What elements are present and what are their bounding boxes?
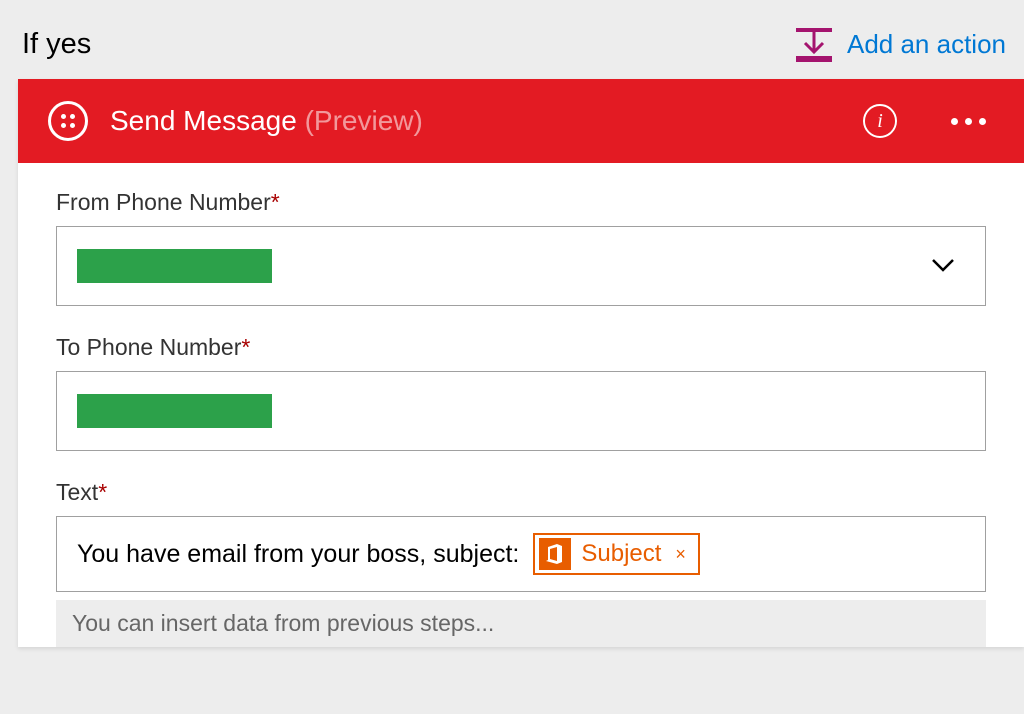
dynamic-content-hint[interactable]: You can insert data from previous steps.… [56,600,986,647]
card-title: Send Message (Preview) [110,105,841,137]
text-value: You have email from your boss, subject: [77,540,519,569]
from-phone-label: From Phone Number* [56,189,986,216]
add-action-icon [793,29,835,61]
from-phone-select[interactable] [56,226,986,306]
action-card: Send Message (Preview) i From Phone Numb… [18,79,1024,647]
text-input[interactable]: You have email from your boss, subject: … [56,516,986,592]
card-body: From Phone Number* To Phone Number* [18,163,1024,647]
add-action-button[interactable]: Add an action [793,29,1006,61]
more-menu-icon[interactable] [943,118,994,125]
add-action-label: Add an action [847,29,1006,60]
info-icon[interactable]: i [863,104,897,138]
to-phone-field: To Phone Number* [56,334,986,451]
office-icon [539,538,571,570]
to-phone-input[interactable] [56,371,986,451]
redacted-value [77,394,272,428]
branch-title: If yes [22,28,91,61]
card-title-suffix: (Preview) [305,105,423,136]
to-phone-label: To Phone Number* [56,334,986,361]
text-label: Text* [56,479,986,506]
token-label: Subject [581,540,661,568]
required-marker: * [241,334,250,360]
card-header[interactable]: Send Message (Preview) i [18,79,1024,163]
required-marker: * [98,479,107,505]
chevron-down-icon [931,255,955,278]
condition-branch-header: If yes Add an action [18,18,1024,71]
redacted-value [77,249,272,283]
text-field: Text* You have email from your boss, sub… [56,479,986,647]
required-marker: * [271,189,280,215]
token-remove-icon[interactable]: × [675,544,686,565]
card-title-main: Send Message [110,105,297,136]
twilio-icon [48,101,88,141]
from-phone-field: From Phone Number* [56,189,986,306]
dynamic-token-subject[interactable]: Subject × [533,533,700,575]
